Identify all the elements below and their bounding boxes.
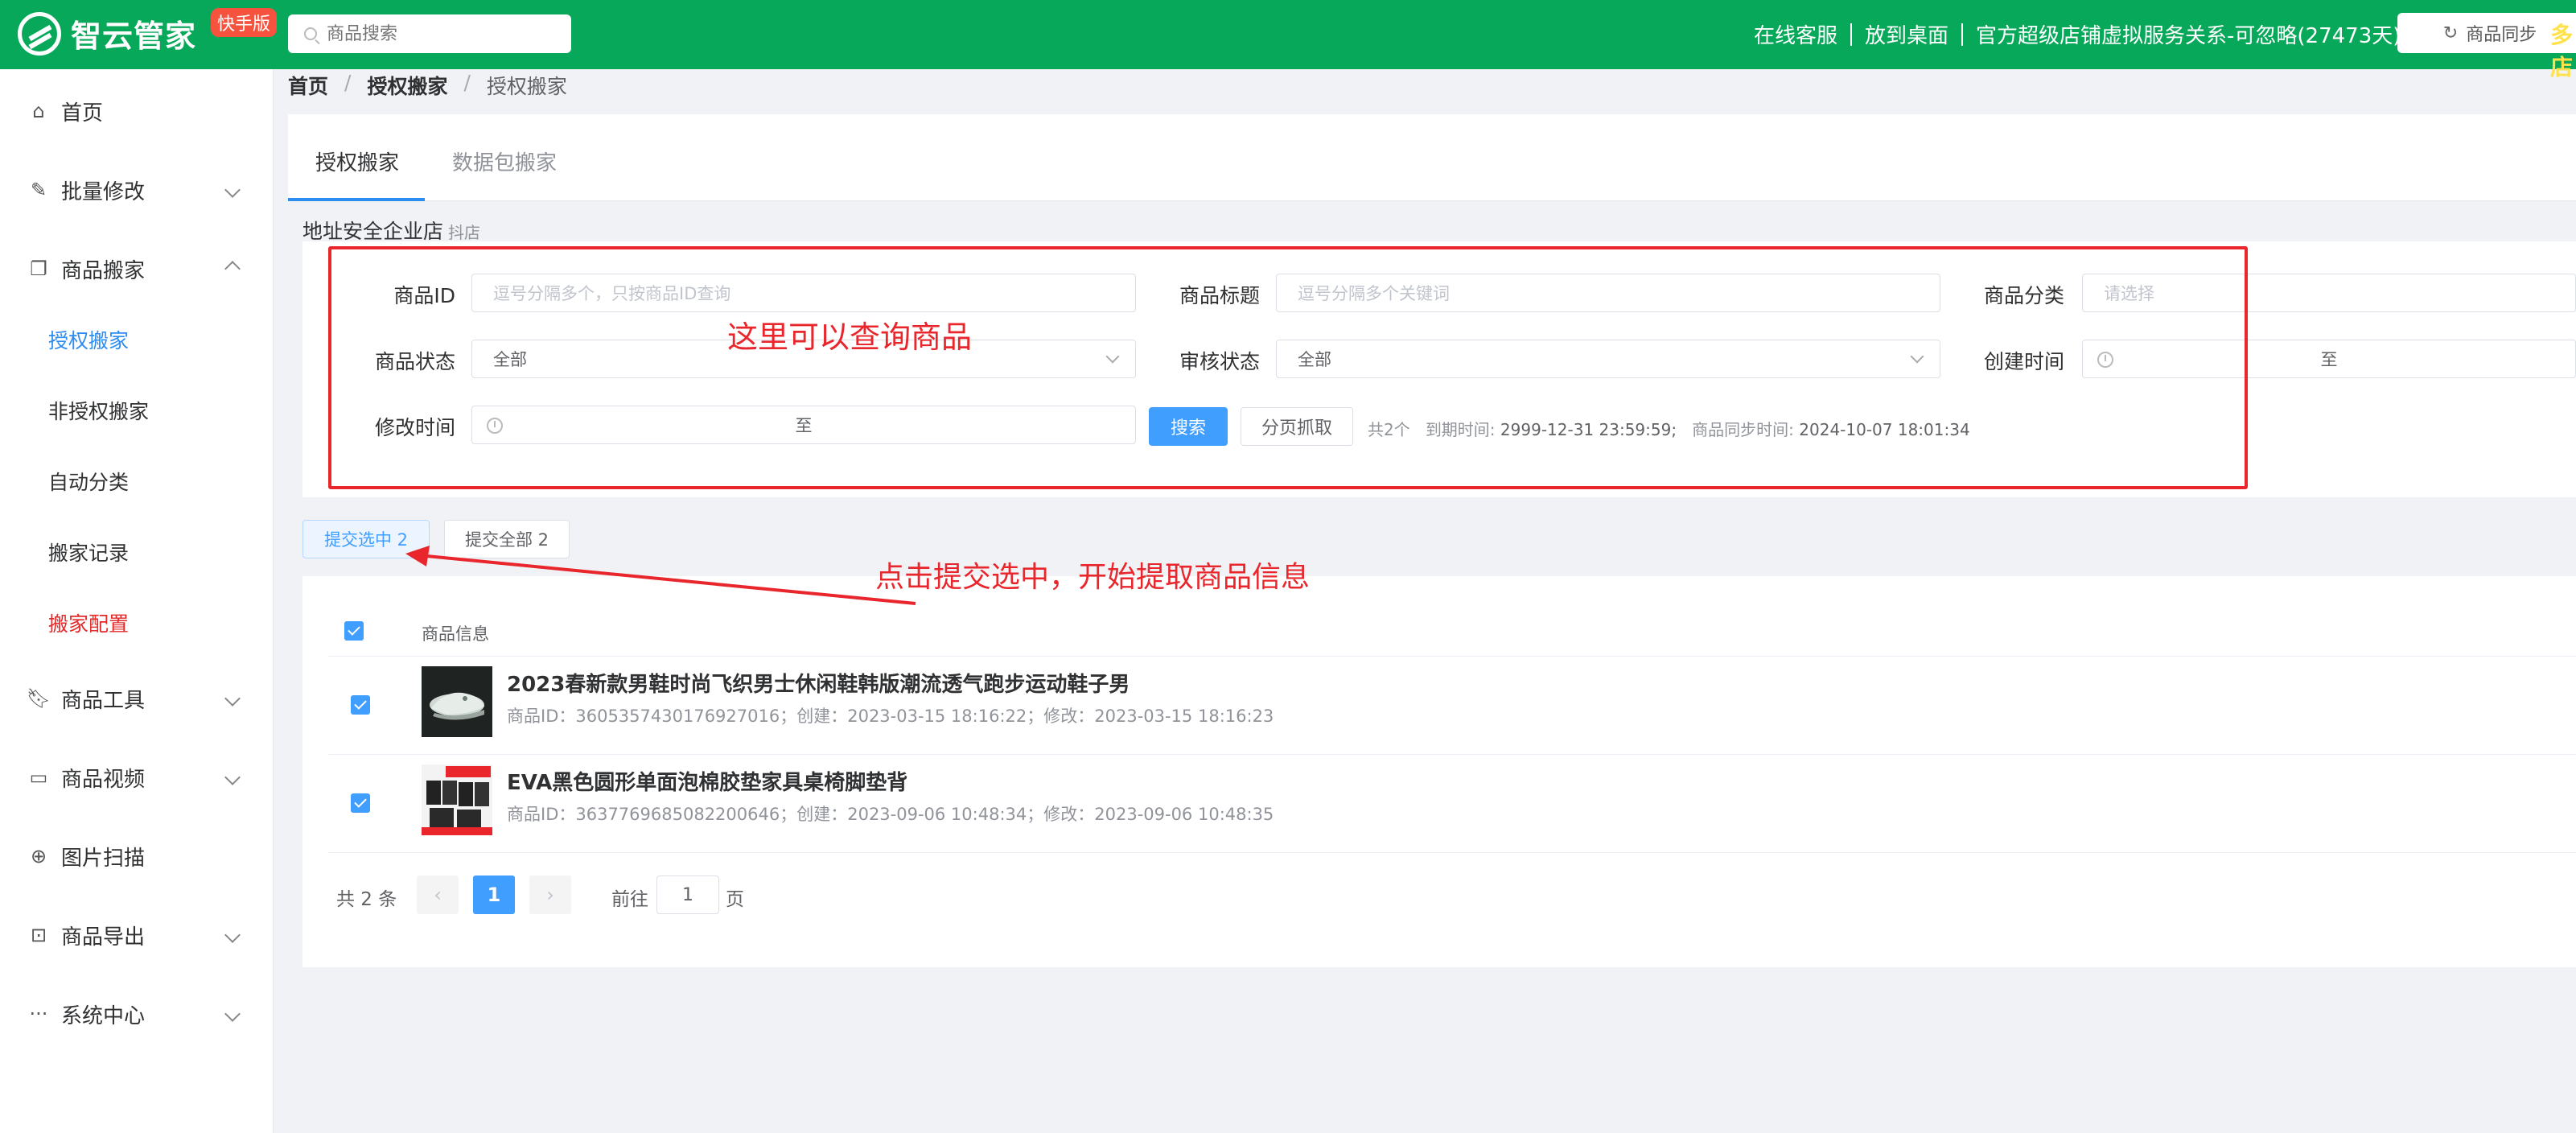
sidebar-item-product-move[interactable]: ❐ 商品搬家 bbox=[0, 245, 274, 293]
top-links: 在线客服 放到桌面 官方超级店铺虚拟服务关系-可忽略(27473天) bbox=[1754, 19, 2428, 49]
product-sync-button[interactable]: ↻ 商品同步 bbox=[2397, 13, 2576, 53]
chevron-left-icon: ‹ bbox=[434, 884, 442, 906]
annotation-submit-text: 点击提交选中，开始提取商品信息 bbox=[875, 561, 1311, 594]
product-thumbnail bbox=[422, 666, 492, 737]
link-service-relation[interactable]: 官方超级店铺虚拟服务关系-可忽略(27473天) bbox=[1976, 19, 2401, 49]
annotation-query-text: 这里可以查询商品 bbox=[727, 319, 973, 355]
chevron-down-icon bbox=[224, 927, 241, 943]
sidebar-subitem-auth-move[interactable]: 授权搬家 bbox=[48, 325, 129, 354]
sidebar-item-label: 商品导出 bbox=[61, 925, 146, 950]
select-all-checkbox[interactable] bbox=[344, 621, 364, 641]
product-name[interactable]: 2023春新款男鞋时尚飞织男士休闲鞋韩版潮流透气跑步运动鞋子男 bbox=[507, 668, 1130, 698]
prev-page-button[interactable]: ‹ bbox=[417, 876, 459, 914]
breadcrumb-home[interactable]: 首页 bbox=[288, 71, 328, 100]
copy-icon: ❐ bbox=[30, 258, 47, 280]
sidebar-item-label: 批量修改 bbox=[61, 179, 146, 204]
sidebar-subitem-unauth-move[interactable]: 非授权搬家 bbox=[48, 396, 149, 425]
pagination-total: 共 2 条 bbox=[336, 889, 397, 910]
goto-label: 前往 bbox=[611, 889, 648, 910]
crosshair-icon: ⊕ bbox=[30, 845, 47, 867]
product-name[interactable]: EVA黑色圆形单面泡棉胶垫家具桌椅脚垫背 bbox=[507, 766, 907, 796]
multi-store-tag[interactable]: 多店 bbox=[2550, 18, 2576, 82]
separator bbox=[1850, 23, 1853, 46]
sidebar-item-batch-edit[interactable]: ✎ 批量修改 bbox=[0, 166, 274, 214]
sidebar-subitem-move-config[interactable]: 搬家配置 bbox=[48, 608, 129, 637]
annotation-highlight-box bbox=[328, 246, 2248, 489]
table-row[interactable]: 2023春新款男鞋时尚飞织男士休闲鞋韩版潮流透气跑步运动鞋子男 商品ID：360… bbox=[328, 657, 2576, 755]
link-add-desktop[interactable]: 放到桌面 bbox=[1865, 19, 1948, 49]
dots-icon: ··· bbox=[29, 1003, 48, 1025]
separator bbox=[1961, 23, 1964, 46]
annotation-arrow bbox=[405, 546, 916, 605]
sidebar-subitem-move-records[interactable]: 搬家记录 bbox=[48, 538, 129, 566]
sidebar-item-label: 商品工具 bbox=[61, 688, 146, 713]
column-product-info: 商品信息 bbox=[422, 624, 489, 644]
row-checkbox[interactable] bbox=[351, 793, 370, 813]
store-platform-tag: 抖店 bbox=[448, 223, 481, 242]
sidebar-item-label: 商品搬家 bbox=[61, 258, 146, 283]
chevron-down-icon bbox=[224, 1006, 241, 1022]
active-tab-indicator bbox=[288, 198, 425, 201]
sidebar-item-home[interactable]: ⌂ 首页 bbox=[0, 87, 274, 135]
goto-suffix: 页 bbox=[726, 889, 744, 910]
tab-datapack-move[interactable]: 数据包搬家 bbox=[452, 146, 557, 176]
store-title: 地址安全企业店 bbox=[302, 220, 444, 243]
sidebar-item-label: 商品视频 bbox=[61, 767, 146, 792]
briefcase-icon: ▭ bbox=[29, 766, 48, 789]
sidebar-item-product-video[interactable]: ▭ 商品视频 bbox=[0, 753, 274, 801]
breadcrumb: 首页 / 授权搬家 / 授权搬家 bbox=[288, 71, 567, 100]
store-name: 地址安全企业店 抖店 bbox=[302, 216, 480, 245]
product-list-header: 商品信息 bbox=[328, 605, 2576, 657]
refresh-icon: ↻ bbox=[2442, 23, 2459, 43]
bag-icon: ⊡ bbox=[30, 924, 47, 946]
sidebar-item-label: 系统中心 bbox=[61, 1003, 146, 1028]
current-page[interactable]: 1 bbox=[473, 876, 515, 914]
product-thumbnail bbox=[422, 764, 492, 835]
sidebar-subitem-auto-classify[interactable]: 自动分类 bbox=[48, 467, 129, 496]
app-title: 智云管家 bbox=[71, 19, 197, 54]
link-online-service[interactable]: 在线客服 bbox=[1754, 19, 1837, 49]
top-search-box[interactable] bbox=[288, 14, 571, 53]
version-badge: 快手版 bbox=[211, 8, 278, 37]
row-checkbox[interactable] bbox=[351, 695, 370, 715]
sidebar-item-product-tools[interactable]: 🔖︎ 商品工具 bbox=[0, 674, 274, 723]
sidebar-item-label: 图片扫描 bbox=[61, 846, 146, 871]
chevron-right-icon: › bbox=[546, 884, 554, 906]
sidebar-item-system-center[interactable]: ··· 系统中心 bbox=[0, 990, 274, 1038]
search-input[interactable] bbox=[325, 23, 550, 45]
edit-icon: ✎ bbox=[30, 179, 47, 201]
search-icon bbox=[304, 27, 317, 40]
next-page-button[interactable]: › bbox=[529, 876, 571, 914]
top-bar: 智云管家 快手版 在线客服 放到桌面 官方超级店铺虚拟服务关系-可忽略(2747… bbox=[0, 0, 2576, 80]
sidebar-item-product-export[interactable]: ⊡ 商品导出 bbox=[0, 911, 274, 959]
chevron-down-icon bbox=[224, 690, 241, 707]
tabs-panel: 授权搬家 数据包搬家 bbox=[288, 114, 2576, 201]
chevron-down-icon bbox=[224, 769, 241, 785]
breadcrumb-auth-move[interactable]: 授权搬家 bbox=[367, 71, 447, 100]
sidebar-item-image-scan[interactable]: ⊕ 图片扫描 bbox=[0, 832, 274, 880]
product-meta: 商品ID：3605357430176927016；创建：2023-03-15 1… bbox=[507, 707, 1274, 726]
tab-auth-move[interactable]: 授权搬家 bbox=[315, 146, 399, 176]
sync-button-label: 商品同步 bbox=[2466, 25, 2537, 45]
app-logo[interactable]: 智云管家 快手版 bbox=[18, 8, 278, 56]
sidebar-item-label: 首页 bbox=[61, 101, 104, 126]
chevron-down-icon bbox=[224, 182, 241, 198]
logo-icon bbox=[18, 11, 61, 56]
chevron-up-icon bbox=[224, 261, 241, 277]
breadcrumb-current: 授权搬家 bbox=[486, 75, 567, 98]
product-meta: 商品ID：3637769685082200646；创建：2023-09-06 1… bbox=[507, 805, 1274, 824]
sidebar: ⌂ 首页 ✎ 批量修改 ❐ 商品搬家 授权搬家 非授权搬家 自动分类 搬家记录 … bbox=[0, 69, 274, 1133]
table-row[interactable]: EVA黑色圆形单面泡棉胶垫家具桌椅脚垫背 商品ID：36377696850822… bbox=[328, 755, 2576, 853]
goto-page-input[interactable]: 1 bbox=[656, 876, 719, 914]
bookmark-icon: 🔖︎ bbox=[26, 687, 51, 710]
home-icon: ⌂ bbox=[32, 100, 45, 122]
